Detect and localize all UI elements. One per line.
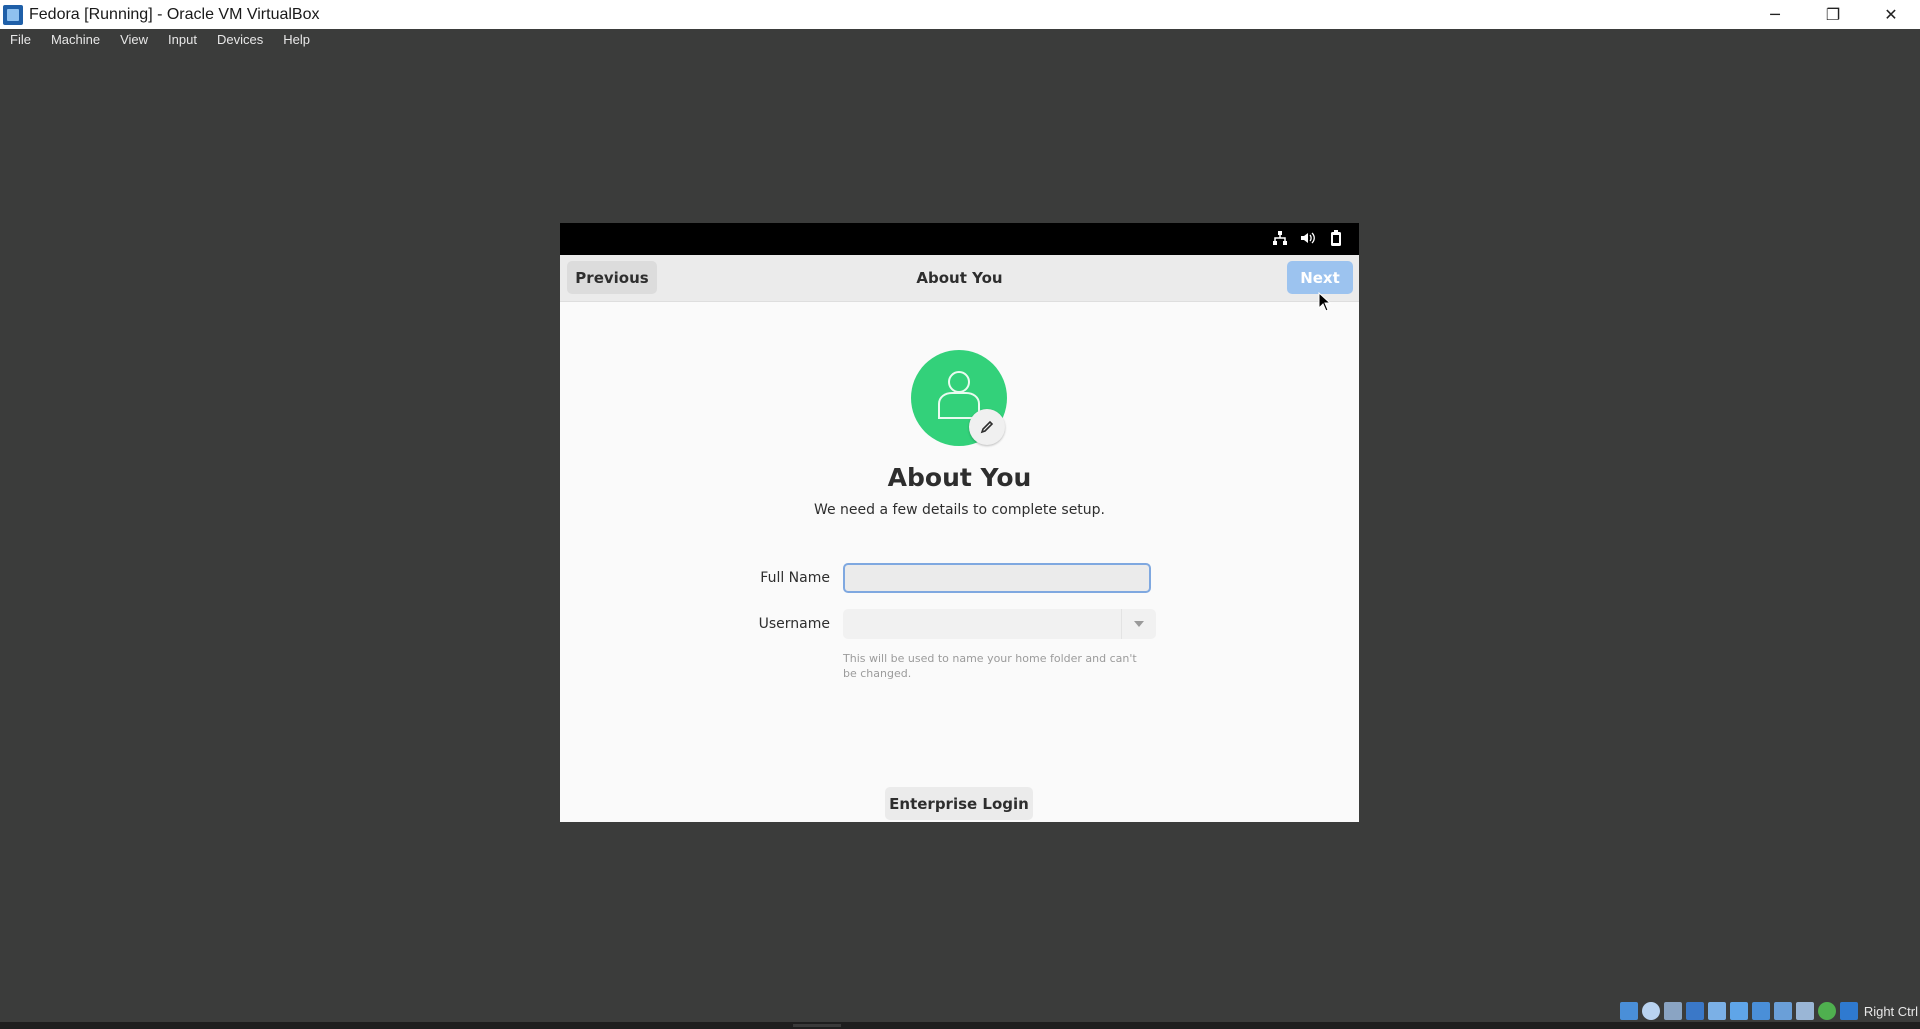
cpu-icon[interactable] — [1795, 1002, 1814, 1020]
menu-devices[interactable]: Devices — [207, 32, 273, 47]
menu-view[interactable]: View — [110, 32, 158, 47]
battery-icon[interactable] — [1327, 229, 1345, 247]
host-key-label: Right Ctrl — [1863, 1003, 1918, 1019]
menu-file[interactable]: File — [0, 32, 41, 47]
header-title: About You — [916, 269, 1003, 287]
page-subtitle: We need a few details to complete setup. — [813, 502, 1106, 518]
mouse-cursor-icon — [1318, 292, 1332, 312]
minimize-button[interactable]: ─ — [1746, 0, 1804, 29]
menubar: File Machine View Input Devices Help — [0, 29, 1920, 50]
username-dropdown-button[interactable] — [1121, 609, 1156, 639]
username-label: Username — [758, 616, 830, 632]
next-button[interactable]: Next — [1287, 261, 1353, 294]
pencil-icon — [980, 420, 994, 434]
network-status-icon[interactable] — [1685, 1002, 1704, 1020]
full-name-field[interactable] — [843, 563, 1151, 593]
full-name-label: Full Name — [760, 570, 830, 586]
enterprise-login-button[interactable]: Enterprise Login — [885, 787, 1033, 820]
bottom-strip — [0, 1022, 1920, 1029]
window-controls: ─ ❐ ✕ — [1746, 0, 1920, 29]
guest-screen[interactable]: Previous About You Next About You We nee… — [560, 223, 1359, 822]
previous-button[interactable]: Previous — [567, 261, 657, 294]
guest-top-bar — [560, 223, 1359, 255]
usb-icon[interactable] — [1707, 1002, 1726, 1020]
edit-avatar-button[interactable] — [969, 409, 1005, 445]
volume-icon[interactable] — [1299, 229, 1317, 247]
menu-input[interactable]: Input — [158, 32, 207, 47]
virtualbox-app-icon — [3, 4, 23, 25]
setup-header-bar: Previous About You Next — [560, 255, 1359, 302]
username-field[interactable] — [843, 609, 1121, 639]
optical-drive-icon[interactable] — [1641, 1002, 1660, 1020]
network-icon[interactable] — [1271, 229, 1289, 247]
display-icon[interactable] — [1751, 1002, 1770, 1020]
restore-button[interactable]: ❐ — [1804, 0, 1862, 29]
window-title: Fedora [Running] - Oracle VM VirtualBox — [29, 5, 320, 23]
recording-icon[interactable] — [1773, 1002, 1792, 1020]
page-title: About You — [887, 463, 1032, 492]
bottom-strip-mark — [793, 1024, 841, 1027]
shared-folders-icon[interactable] — [1729, 1002, 1748, 1020]
menu-machine[interactable]: Machine — [41, 32, 110, 47]
chevron-down-icon — [1134, 621, 1144, 627]
keyboard-icon[interactable] — [1839, 1002, 1858, 1020]
hard-disk-icon[interactable] — [1619, 1002, 1638, 1020]
username-combo[interactable] — [843, 609, 1156, 639]
close-button[interactable]: ✕ — [1862, 0, 1920, 29]
menu-help[interactable]: Help — [273, 32, 320, 47]
mouse-integration-icon[interactable] — [1817, 1002, 1836, 1020]
vm-status-bar: Right Ctrl — [0, 1000, 1920, 1022]
window-title-bar: Fedora [Running] - Oracle VM VirtualBox … — [0, 0, 1920, 29]
username-hint: This will be used to name your home fold… — [843, 652, 1137, 680]
audio-icon[interactable] — [1663, 1002, 1682, 1020]
